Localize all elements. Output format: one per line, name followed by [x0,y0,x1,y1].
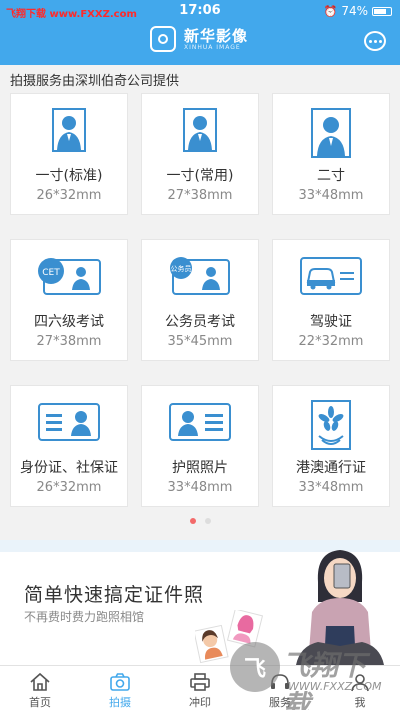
app-logo: 新华影像 XINHUA IMAGE [150,26,248,52]
logo-text-en: XINHUA IMAGE [184,43,241,51]
carousel-dot-active[interactable] [189,518,196,524]
card-title: 四六级考试 [34,314,104,330]
card-title: 一寸(常用) [166,168,234,184]
watermark-logo-icon: 飞 [230,642,280,692]
photo-type-grid: 一寸(标准) 26*32mm 一寸(常用) 27*38mm 二寸 33*48mm… [10,93,390,507]
car-license-icon [273,254,389,302]
card-size: 33*48mm [298,480,364,495]
cet-badge-text: CET [42,268,60,278]
carousel-dot[interactable] [204,518,211,524]
civil-badge-text: 公务员 [171,264,192,273]
home-icon [30,672,50,691]
card-size: 27*38mm [36,334,102,349]
id-card-icon [11,400,127,448]
logo-camera-icon [150,26,176,52]
card-size: 26*32mm [36,480,102,495]
watermark-text: 飞翔下载 [282,649,367,710]
card-size: 33*48mm [167,480,233,495]
tab-label: 拍摄 [109,696,131,709]
battery-percent: 74% [341,4,368,18]
card-civil-servant-exam[interactable]: 公务员 公务员考试 35*45mm [141,239,259,361]
card-size: 27*38mm [167,188,233,203]
alarm-icon: ⏰ [323,4,338,18]
status-bar: 飞翔下载 www.FXXZ.com 17:06 ⏰ 74% [0,0,400,22]
watermark-url: WWW.FXXZ.COM [288,680,382,693]
tab-shoot[interactable]: 拍摄 [80,666,160,710]
logo-text-cn: 新华影像 [184,26,249,45]
card-drivers-license[interactable]: 驾驶证 22*32mm [272,239,390,361]
printer-icon [190,673,210,691]
card-title: 二寸 [317,168,345,184]
card-title: 护照照片 [172,460,228,476]
card-cet-exam[interactable]: CET 四六级考试 27*38mm [10,239,128,361]
card-hk-macau-permit[interactable]: 港澳通行证 33*48mm [272,385,390,507]
provider-text: 拍摄服务由深圳伯奇公司提供 [10,74,180,89]
tab-home[interactable]: 首页 [0,666,80,710]
card-passport-photo[interactable]: 护照照片 33*48mm [141,385,259,507]
person-portrait-icon [273,108,389,158]
card-two-inch[interactable]: 二寸 33*48mm [272,93,390,215]
card-size: 35*45mm [167,334,233,349]
person-portrait-icon [142,108,258,156]
card-title: 身份证、社保证 [20,460,118,476]
app-header: 飞翔下载 www.FXXZ.com 17:06 ⏰ 74% 新华影像 XINHU… [0,0,400,65]
card-title: 公务员考试 [165,314,235,330]
site-watermark: 飞 飞翔下载 WWW.FXXZ.COM [230,640,390,710]
cet-card-icon: CET [11,254,127,302]
card-size: 22*32mm [298,334,364,349]
carousel-indicator [0,518,400,524]
card-title: 一寸(标准) [35,168,103,184]
card-size: 26*32mm [36,188,102,203]
card-one-inch-common[interactable]: 一寸(常用) 27*38mm [141,93,259,215]
passport-card-icon [142,400,258,448]
card-size: 33*48mm [298,188,364,203]
battery-status: ⏰ 74% [324,4,392,18]
tab-label: 冲印 [189,696,211,709]
civil-servant-card-icon: 公务员 [142,254,258,302]
card-title: 港澳通行证 [296,460,366,476]
camera-icon [110,673,130,691]
card-one-inch-standard[interactable]: 一寸(标准) 26*32mm [10,93,128,215]
battery-icon [372,6,392,16]
banner-subtitle: 不再费时费力跑照相馆 [24,610,145,624]
tab-print[interactable]: 冲印 [160,666,240,710]
banner-title: 简单快速搞定证件照 [24,584,205,606]
tab-label: 首页 [29,696,51,709]
chat-icon[interactable] [364,31,386,51]
bauhinia-card-icon [273,400,389,450]
person-portrait-icon [11,108,127,156]
card-id-social-security[interactable]: 身份证、社保证 26*32mm [10,385,128,507]
card-title: 驾驶证 [310,314,352,330]
